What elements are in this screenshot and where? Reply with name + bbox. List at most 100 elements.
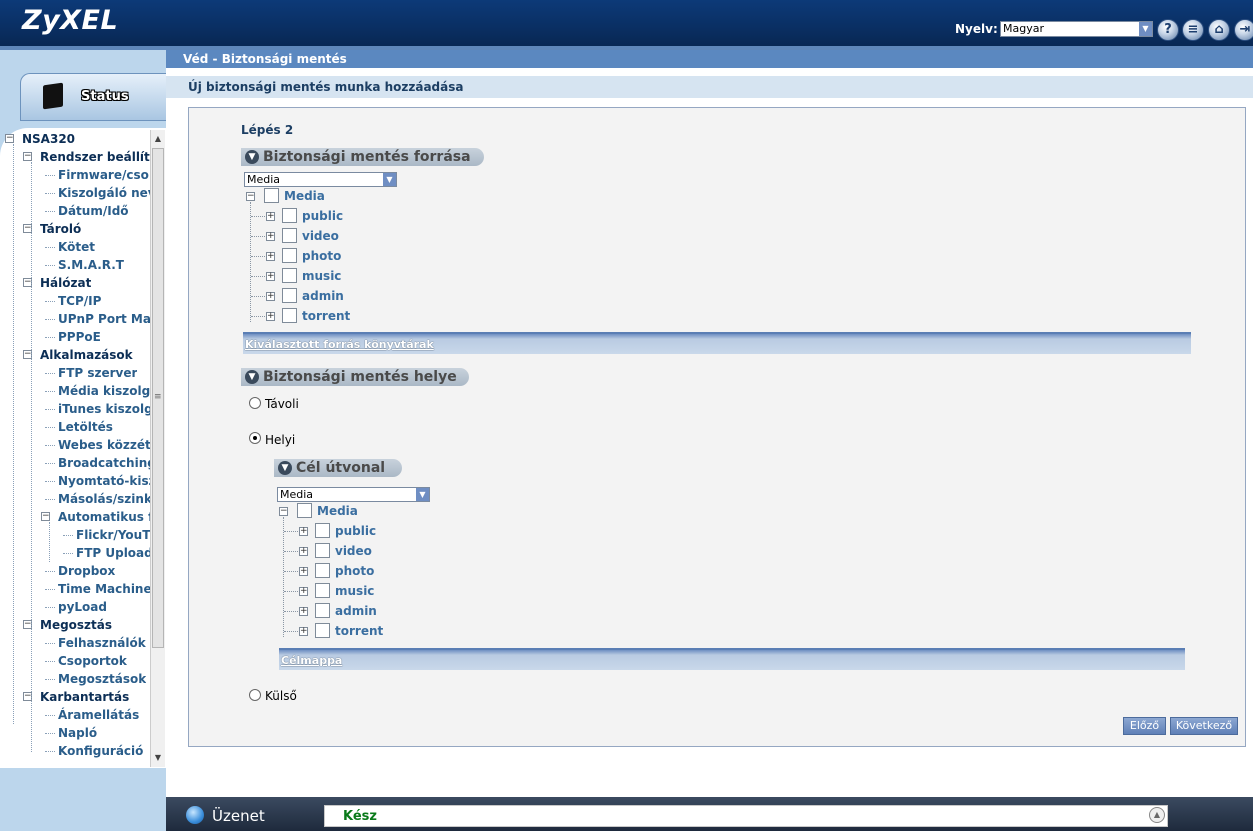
folder-checkbox[interactable] <box>315 523 330 538</box>
expand-icon[interactable]: + <box>266 212 275 221</box>
sidebar-item[interactable]: PPPoE <box>58 328 101 346</box>
external-radio[interactable] <box>249 689 261 701</box>
sidebar-item[interactable]: Letöltés <box>58 418 113 436</box>
sidebar-item[interactable]: Csoportok <box>58 652 127 670</box>
expand-icon[interactable]: + <box>266 312 275 321</box>
collapse-icon[interactable]: − <box>279 507 288 516</box>
sidebar-item[interactable]: Karbantartás <box>40 688 129 706</box>
sidebar-item[interactable]: Flickr/YouT <box>76 526 150 544</box>
folder-checkbox[interactable] <box>315 543 330 558</box>
sidebar-item[interactable]: Nyomtató-kisz <box>58 472 150 490</box>
folder-label[interactable]: photo <box>335 564 374 578</box>
sidebar-item[interactable]: Napló <box>58 724 97 742</box>
sidebar-item[interactable]: Firmware/cso <box>58 166 149 184</box>
sidebar-item[interactable]: FTP Upload <box>76 544 150 562</box>
sidebar-item[interactable]: Time Machine <box>58 580 150 598</box>
sidebar-item[interactable]: Automatikus f <box>58 508 150 526</box>
folder-checkbox[interactable] <box>315 563 330 578</box>
folder-label[interactable]: Media <box>284 189 325 203</box>
sidebar-item[interactable]: Broadcatching <box>58 454 150 472</box>
folder-checkbox[interactable] <box>297 503 312 518</box>
sidebar-item[interactable]: Hálózat <box>40 274 91 292</box>
expand-icon[interactable]: + <box>266 232 275 241</box>
folder-checkbox[interactable] <box>282 228 297 243</box>
folder-checkbox[interactable] <box>315 623 330 638</box>
help-icon[interactable]: ? <box>1157 19 1179 41</box>
sidebar-item[interactable]: TCP/IP <box>58 292 101 310</box>
folder-label[interactable]: video <box>302 229 339 243</box>
expand-icon[interactable]: + <box>299 527 308 536</box>
expand-up-icon[interactable]: ▲ <box>1149 807 1165 823</box>
expand-icon[interactable]: + <box>299 567 308 576</box>
collapse-icon[interactable]: − <box>23 152 32 161</box>
folder-label[interactable]: Media <box>317 504 358 518</box>
prev-button[interactable]: Előző <box>1123 717 1166 735</box>
scroll-up-icon[interactable]: ▲ <box>151 132 165 146</box>
sidebar-item[interactable]: UPnP Port Map <box>58 310 150 328</box>
sidebar-item[interactable]: Tároló <box>40 220 81 238</box>
sidebar-item[interactable]: Alkalmazások <box>40 346 133 364</box>
selected-source-bar[interactable]: Kiválasztott forrás könyvtárak <box>243 332 1191 354</box>
sidebar-item[interactable]: Kiszolgáló nev <box>58 184 150 202</box>
sidebar-item[interactable]: Dátum/Idő <box>58 202 129 220</box>
folder-checkbox[interactable] <box>282 208 297 223</box>
collapse-icon[interactable]: − <box>246 192 255 201</box>
expand-icon[interactable]: + <box>266 292 275 301</box>
folder-label[interactable]: torrent <box>302 309 350 323</box>
next-button[interactable]: Következő <box>1170 717 1238 735</box>
sidebar-scrollbar[interactable]: ▲ ≡ ▼ <box>150 130 165 767</box>
status-tab[interactable]: Status <box>20 73 166 121</box>
collapse-icon[interactable]: − <box>5 134 14 143</box>
expand-icon[interactable]: + <box>299 547 308 556</box>
sidebar-item[interactable]: Média kiszolga <box>58 382 150 400</box>
folder-checkbox[interactable] <box>282 308 297 323</box>
sidebar-item[interactable]: Kötet <box>58 238 95 256</box>
collapse-icon[interactable]: − <box>41 512 50 521</box>
target-share-select[interactable]: Media ▼ <box>277 487 430 502</box>
folder-checkbox[interactable] <box>282 288 297 303</box>
expand-icon[interactable]: + <box>299 627 308 636</box>
folder-checkbox[interactable] <box>282 268 297 283</box>
sidebar-item[interactable]: Webes közzét <box>58 436 150 454</box>
logout-icon[interactable]: ⇥ <box>1234 19 1253 41</box>
sidebar-item[interactable]: iTunes kiszolg <box>58 400 150 418</box>
sidebar-item[interactable]: S.M.A.R.T <box>58 256 124 274</box>
folder-label[interactable]: admin <box>335 604 377 618</box>
expand-icon[interactable]: + <box>299 587 308 596</box>
sidebar-item[interactable]: Áramellátás <box>58 706 139 724</box>
folder-label[interactable]: public <box>302 209 343 223</box>
sidebar-item[interactable]: Másolás/szink <box>58 490 150 508</box>
folder-checkbox[interactable] <box>315 583 330 598</box>
sidebar-item[interactable]: Dropbox <box>58 562 115 580</box>
selected-source-link[interactable]: Kiválasztott forrás könyvtárak <box>245 338 434 351</box>
sidebar-item[interactable]: pyLoad <box>58 598 107 616</box>
sidebar-item[interactable]: Rendszer beállítá <box>40 148 150 166</box>
folder-label[interactable]: music <box>335 584 374 598</box>
sidebar-item[interactable]: Megosztás <box>40 616 112 634</box>
remote-radio[interactable] <box>249 397 261 409</box>
home-icon[interactable]: ⌂ <box>1208 19 1230 41</box>
folder-checkbox[interactable] <box>264 188 279 203</box>
scroll-down-icon[interactable]: ▼ <box>151 751 165 765</box>
expand-icon[interactable]: + <box>266 272 275 281</box>
folder-label[interactable]: torrent <box>335 624 383 638</box>
folder-checkbox[interactable] <box>282 248 297 263</box>
folder-checkbox[interactable] <box>315 603 330 618</box>
target-folder-link[interactable]: Célmappa <box>281 654 342 667</box>
sidebar-item[interactable]: Megosztások <box>58 670 146 688</box>
language-select[interactable]: Magyar ▼ <box>1000 21 1153 37</box>
source-share-select[interactable]: Media ▼ <box>244 172 397 187</box>
sidebar-item[interactable]: Felhasználók <box>58 634 146 652</box>
expand-icon[interactable]: + <box>266 252 275 261</box>
expand-icon[interactable]: + <box>299 607 308 616</box>
local-radio[interactable] <box>249 432 261 444</box>
folder-label[interactable]: photo <box>302 249 341 263</box>
sidebar-item[interactable]: NSA320 <box>22 130 75 148</box>
folder-label[interactable]: public <box>335 524 376 538</box>
sidebar-item[interactable]: FTP szerver <box>58 364 137 382</box>
folder-label[interactable]: admin <box>302 289 344 303</box>
sidebar-item[interactable]: Konfiguráció <box>58 742 143 760</box>
notes-icon[interactable]: ≡ <box>1182 19 1204 41</box>
folder-label[interactable]: music <box>302 269 341 283</box>
target-folder-bar[interactable]: Célmappa <box>279 648 1185 670</box>
